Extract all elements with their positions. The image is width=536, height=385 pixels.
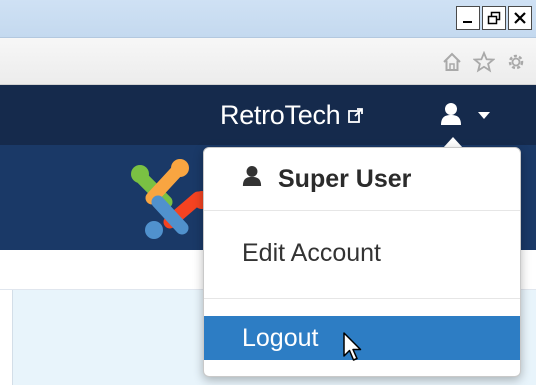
window-titlebar <box>0 0 536 38</box>
caret-down-icon <box>478 107 490 125</box>
dropdown-header: Super User <box>204 148 520 210</box>
window-controls <box>456 6 532 30</box>
admin-navbar: RetroTech <box>0 85 536 145</box>
divider <box>204 210 520 211</box>
site-link[interactable]: RetroTech <box>220 99 364 131</box>
external-link-icon <box>348 107 364 123</box>
star-icon[interactable] <box>472 50 496 74</box>
user-menu-toggle[interactable] <box>440 101 490 131</box>
home-icon[interactable] <box>440 50 464 74</box>
dropdown-user-name: Super User <box>278 164 412 193</box>
site-name: RetroTech <box>220 99 341 130</box>
menu-item-label: Logout <box>242 323 319 352</box>
close-button[interactable] <box>508 6 532 30</box>
menu-item-edit-account[interactable]: Edit Account <box>204 226 520 280</box>
divider <box>204 298 520 299</box>
browser-toolbar <box>0 38 536 85</box>
gear-icon[interactable] <box>504 50 528 74</box>
restore-button[interactable] <box>482 6 506 30</box>
close-icon <box>514 12 526 24</box>
mouse-pointer-icon <box>343 332 362 361</box>
joomla-logo <box>131 159 211 239</box>
user-icon <box>440 102 462 131</box>
menu-item-label: Edit Account <box>242 238 381 267</box>
restore-icon <box>487 11 501 25</box>
minimize-button[interactable] <box>456 6 480 30</box>
user-icon <box>242 165 262 194</box>
minimize-icon <box>463 21 472 23</box>
